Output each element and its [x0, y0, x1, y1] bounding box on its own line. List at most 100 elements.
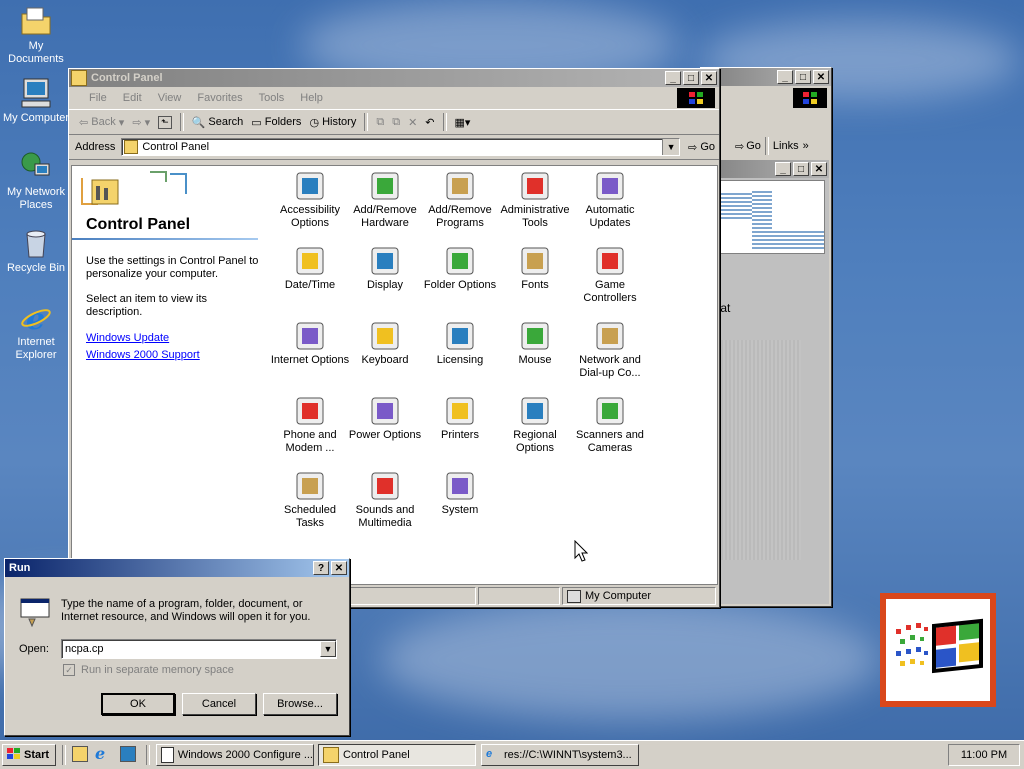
folders-button[interactable]: ▭ Folders — [247, 116, 305, 129]
links-button[interactable]: Links — [773, 140, 799, 152]
cancel-button[interactable]: Cancel — [182, 693, 256, 715]
control-panel-window[interactable]: Control Panel _ □ ✕ File Edit View Favor… — [68, 68, 720, 608]
search-button[interactable]: 🔍 Search — [188, 116, 248, 129]
control-panel-item[interactable]: Game Controllers — [570, 245, 650, 305]
chevron-right-icon[interactable]: » — [803, 140, 809, 152]
menu-file[interactable]: File — [81, 92, 115, 104]
maximize-button[interactable]: □ — [683, 71, 699, 85]
control-panel-item[interactable]: Add/Remove Programs — [420, 170, 500, 230]
open-input[interactable]: ncpa.cp — [62, 643, 320, 655]
internet-options-icon — [294, 320, 326, 352]
control-panel-item[interactable]: Add/Remove Hardware — [345, 170, 425, 230]
control-panel-item[interactable]: Scheduled Tasks — [270, 470, 350, 530]
windows-update-link[interactable]: Windows Update — [86, 332, 169, 344]
control-panel-item[interactable]: Sounds and Multimedia — [345, 470, 425, 530]
separate-memory-checkbox[interactable]: ✓ Run in separate memory space — [63, 664, 234, 676]
control-panel-item[interactable]: Power Options — [345, 395, 425, 442]
maximize-button[interactable]: □ — [795, 70, 811, 84]
control-panel-item[interactable]: Internet Options — [270, 320, 350, 367]
delete-button[interactable]: ✕ — [404, 116, 421, 129]
chevron-down-icon[interactable]: ▼ — [320, 641, 336, 657]
minimize-button[interactable]: _ — [775, 162, 791, 176]
control-panel-banner-icon — [80, 170, 188, 216]
desktop-icon-network-places[interactable]: My Network Places — [0, 150, 72, 212]
start-button[interactable]: Start — [2, 744, 56, 766]
views-icon: ▦ — [454, 116, 465, 129]
run-dialog[interactable]: Run ? ✕ Type the name of a program, fold… — [4, 558, 350, 736]
control-panel-item[interactable]: Fonts — [495, 245, 575, 292]
minimize-button[interactable]: _ — [665, 71, 681, 85]
close-button[interactable]: ✕ — [813, 70, 829, 84]
menu-favorites[interactable]: Favorites — [189, 92, 250, 104]
taskbar-button-control-panel[interactable]: Control Panel — [318, 744, 476, 766]
run-titlebar[interactable]: Run ? ✕ — [5, 559, 349, 577]
accessibility-icon — [294, 170, 326, 202]
close-button[interactable]: ✕ — [701, 71, 717, 85]
desktop-icon-my-documents[interactable]: My Documents — [0, 4, 72, 66]
control-panel-item[interactable]: Licensing — [420, 320, 500, 367]
go-arrow-icon[interactable]: ⇨ — [735, 140, 744, 153]
control-panel-item[interactable]: Regional Options — [495, 395, 575, 455]
undo-button[interactable]: ↶ — [421, 116, 438, 129]
windows-2000-support-link[interactable]: Windows 2000 Support — [86, 349, 200, 361]
outlook-express-icon[interactable] — [120, 746, 136, 762]
left-pane-title: Control Panel — [86, 216, 191, 233]
control-panel-item[interactable]: Mouse — [495, 320, 575, 367]
views-button[interactable]: ▦ ▾ — [451, 116, 475, 129]
close-button[interactable]: ✕ — [331, 561, 347, 575]
windows-flag-icon — [7, 747, 21, 763]
control-panel-item[interactable]: Administrative Tools — [495, 170, 575, 230]
inner-window-titlebar[interactable]: _ □ ✕ — [701, 160, 829, 178]
browse-button[interactable]: Browse... — [263, 693, 337, 715]
minimize-button[interactable]: _ — [777, 70, 793, 84]
control-panel-item[interactable]: Network and Dial-up Co... — [570, 320, 650, 380]
control-panel-item[interactable]: Folder Options — [420, 245, 500, 292]
forward-button[interactable]: ⇨ ▾ — [128, 116, 154, 129]
display-icon — [369, 245, 401, 277]
up-folder-button[interactable]: ⬑ — [154, 115, 176, 129]
windows-logo-icon — [677, 88, 715, 108]
taskbar-button-res-page[interactable]: e res://C:\WINNT\system3... — [481, 744, 639, 766]
control-panel-item[interactable]: Printers — [420, 395, 500, 442]
control-panel-item[interactable]: Display — [345, 245, 425, 292]
control-panel-item[interactable]: Scanners and Cameras — [570, 395, 650, 455]
menu-help[interactable]: Help — [292, 92, 331, 104]
desktop-icon-label: My Network Places — [6, 186, 66, 211]
ok-button[interactable]: OK — [101, 693, 175, 715]
mouse-icon — [519, 320, 551, 352]
control-panel-item[interactable]: Automatic Updates — [570, 170, 650, 230]
show-desktop-icon[interactable] — [72, 746, 88, 762]
go-button[interactable]: ⇨ Go — [684, 141, 719, 154]
internet-explorer-icon[interactable]: e — [95, 744, 105, 763]
control-panel-item[interactable]: Keyboard — [345, 320, 425, 367]
history-button[interactable]: ◷ History — [305, 116, 360, 129]
folder-options-icon — [444, 245, 476, 277]
menu-tools[interactable]: Tools — [251, 92, 293, 104]
copy-to-button[interactable]: ⧉ — [388, 116, 404, 129]
control-panel-item[interactable]: Date/Time — [270, 245, 350, 292]
back-button[interactable]: ⇦ Back ▾ — [75, 116, 128, 129]
control-panel-item[interactable]: System — [420, 470, 500, 517]
address-bar[interactable]: Control Panel ▼ — [121, 138, 681, 156]
clock[interactable]: 11:00 PM — [961, 749, 1007, 761]
taskbar-button-windows-2000-configure[interactable]: Windows 2000 Configure ... — [156, 744, 314, 766]
up-folder-icon: ⬑ — [158, 115, 172, 129]
desktop-icon-my-computer[interactable]: My Computer — [0, 76, 72, 125]
background-go-button[interactable]: Go — [746, 140, 761, 152]
close-button[interactable]: ✕ — [811, 162, 827, 176]
maximize-button[interactable]: □ — [793, 162, 809, 176]
control-panel-item[interactable]: Phone and Modem ... — [270, 395, 350, 455]
menu-view[interactable]: View — [150, 92, 190, 104]
menu-edit[interactable]: Edit — [115, 92, 150, 104]
open-combobox[interactable]: ncpa.cp ▼ — [61, 639, 337, 659]
control-panel-titlebar[interactable]: Control Panel _ □ ✕ — [69, 69, 719, 87]
desktop-icon-recycle-bin[interactable]: Recycle Bin — [0, 226, 72, 275]
internet-explorer-icon: e — [486, 748, 493, 760]
move-to-button[interactable]: ⧉ — [372, 116, 388, 129]
control-panel-item[interactable]: Accessibility Options — [270, 170, 350, 230]
desktop-icon-internet-explorer[interactable]: e Internet Explorer — [0, 300, 72, 362]
background-window-titlebar[interactable]: _ □ ✕ — [701, 68, 831, 86]
address-dropdown-button[interactable]: ▼ — [662, 139, 680, 155]
help-button[interactable]: ? — [313, 561, 329, 575]
background-text-line: lly — [701, 316, 829, 332]
